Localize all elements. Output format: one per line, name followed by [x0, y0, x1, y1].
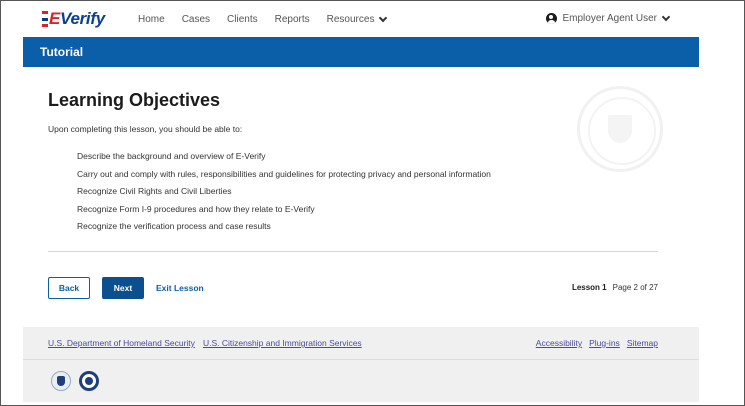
nav-reports[interactable]: Reports — [275, 14, 310, 25]
nav-clients[interactable]: Clients — [227, 14, 258, 25]
list-item: Carry out and comply with rules, respons… — [77, 168, 491, 179]
divider — [48, 251, 658, 252]
list-item: Recognize the verification process and c… — [77, 221, 271, 231]
objectives-list: Describe the background and overview of … — [77, 151, 491, 239]
plugins-link[interactable]: Plug-ins — [589, 338, 620, 348]
user-menu[interactable]: Employer Agent User — [545, 12, 671, 24]
tutorial-bar: Tutorial — [23, 37, 699, 67]
next-button[interactable]: Next — [102, 277, 144, 299]
user-name: Employer Agent User — [562, 13, 658, 24]
list-item: Recognize Form I-9 procedures and how th… — [77, 203, 315, 214]
nav-home[interactable]: Home — [138, 14, 165, 25]
list-item: Describe the background and overview of … — [77, 151, 266, 161]
tutorial-title: Tutorial — [40, 45, 84, 59]
intro-text: Upon completing this lesson, you should … — [48, 124, 243, 134]
footer-seals — [23, 359, 699, 402]
main-nav: Home Cases Clients Reports Resources — [138, 13, 403, 25]
everify-logo[interactable]: EVerify — [42, 9, 105, 29]
footer-links-bar: U.S. Department of Homeland Security U.S… — [23, 327, 699, 359]
chevron-down-icon — [379, 13, 388, 23]
page-count: Page 2 of 27 — [612, 283, 658, 292]
uscis-seal-icon[interactable] — [79, 371, 99, 391]
flag-icon — [42, 11, 48, 27]
page: EVerify Home Cases Clients Reports Resou… — [23, 1, 699, 402]
uscis-link[interactable]: U.S. Citizenship and Immigration Service… — [203, 338, 362, 348]
user-account-icon — [545, 13, 557, 24]
dhs-seal-watermark-icon — [577, 86, 663, 172]
chevron-down-icon — [661, 12, 671, 22]
logo-verify: Verify — [60, 9, 105, 28]
dhs-seal-icon[interactable] — [51, 371, 71, 391]
accessibility-link[interactable]: Accessibility — [536, 338, 582, 348]
logo-e: E — [49, 9, 61, 28]
page-title: Learning Objectives — [48, 90, 221, 110]
lesson-progress: Lesson 1 Page 2 of 27 — [572, 283, 658, 292]
nav-cases[interactable]: Cases — [182, 14, 210, 25]
list-item: Recognize Civil Rights and Civil Liberti… — [77, 186, 232, 196]
exit-lesson-link[interactable]: Exit Lesson — [156, 277, 206, 299]
dhs-link[interactable]: U.S. Department of Homeland Security — [48, 338, 195, 348]
top-header: EVerify Home Cases Clients Reports Resou… — [23, 1, 699, 37]
lesson-number: Lesson 1 — [571, 283, 607, 292]
nav-resources[interactable]: Resources — [327, 13, 388, 25]
back-button[interactable]: Back — [48, 277, 90, 299]
sitemap-link[interactable]: Sitemap — [627, 338, 658, 348]
